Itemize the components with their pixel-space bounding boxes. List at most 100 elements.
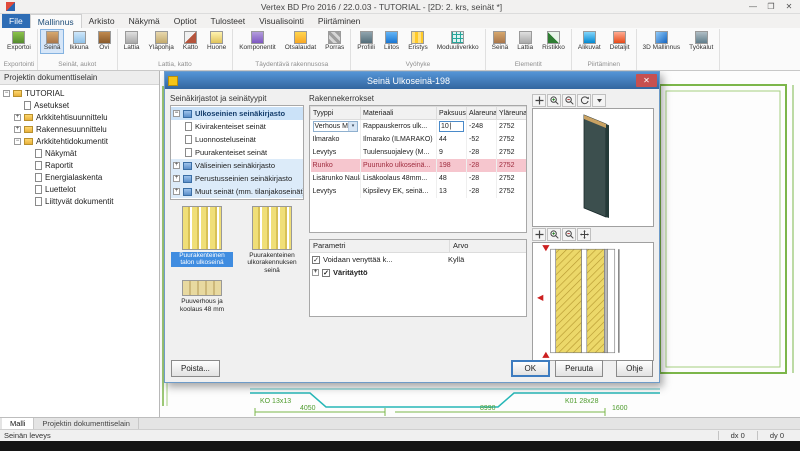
tab-tulosteet[interactable]: Tulosteet — [203, 14, 252, 28]
chevron-down-icon[interactable] — [592, 94, 606, 107]
wall-type-thumbnail[interactable]: Puurakenteinen ulkorakennuksen seinä — [240, 206, 304, 274]
tree-item[interactable]: Raportit — [0, 159, 159, 171]
tab-piirtaminen[interactable]: Piirtäminen — [311, 14, 368, 28]
tree-item-root[interactable]: −TUTORIAL — [0, 87, 159, 99]
table-row[interactable]: IlmarakoIlmarako (ILMARAKO)44-522752 — [311, 133, 527, 146]
insulation-button[interactable]: Eristys — [404, 29, 432, 54]
table-row[interactable]: LevytysKipsilevy EK, seinä...13-282752 — [311, 185, 527, 198]
expand-icon[interactable]: + — [173, 162, 180, 169]
pan-icon[interactable] — [532, 228, 546, 241]
profile-button[interactable]: Profiili — [353, 29, 379, 54]
zoom-in-icon[interactable] — [547, 94, 561, 107]
pan-icon[interactable] — [532, 94, 546, 107]
module-grid-button[interactable]: Moduuliverkko — [433, 29, 483, 54]
library-tree-item[interactable]: +Väliseinien seinäkirjasto — [171, 159, 303, 172]
tree-item[interactable]: Näkymät — [0, 147, 159, 159]
layer-type-dropdown[interactable]: Verhous M...▾ — [313, 121, 359, 132]
library-tree-item[interactable]: Luonnosteluseinät — [171, 133, 303, 146]
library-tree-item[interactable]: Puurakenteiset seinät — [171, 146, 303, 159]
tree-item[interactable]: −Arkkitehtidokumentit — [0, 135, 159, 147]
wall-element-button[interactable]: Seinä — [488, 29, 513, 54]
table-row-selected[interactable]: RunkoPuurunko ulkoseinä...198-282752 — [311, 159, 527, 172]
col-header[interactable]: Alareuna — [467, 107, 497, 120]
tab-malli[interactable]: Malli — [2, 418, 34, 429]
dialog-close-button[interactable]: ✕ — [636, 74, 657, 87]
expand-icon[interactable]: + — [173, 188, 180, 195]
floor-element-button[interactable]: Lattia — [513, 29, 537, 54]
tab-file[interactable]: File — [2, 14, 30, 28]
details-button[interactable]: Detaljit — [606, 29, 634, 54]
expand-icon[interactable]: + — [14, 114, 21, 121]
parameter-row[interactable]: +✓Väritäyttö — [310, 266, 526, 279]
tab-mallinnus[interactable]: Mallinnus — [30, 14, 82, 28]
wall-type-thumbnail-selected[interactable]: Puurakenteinen talon ulkoseinä — [170, 206, 234, 274]
zoom-out-icon[interactable] — [562, 228, 576, 241]
close-button[interactable]: ✕ — [780, 0, 798, 13]
preview-3d-view[interactable] — [532, 108, 654, 227]
tab-nakyma[interactable]: Näkymä — [122, 14, 167, 28]
tree-item[interactable]: Asetukset — [0, 99, 159, 111]
tree-item[interactable]: Energialaskenta — [0, 171, 159, 183]
roof-tool-button[interactable]: Katto — [179, 29, 202, 54]
door-tool-button[interactable]: Ovi — [94, 29, 115, 54]
checkbox-checked-icon[interactable]: ✓ — [322, 269, 330, 277]
tree-item[interactable]: Luettelot — [0, 183, 159, 195]
library-tree-item[interactable]: Kivirakenteiset seinät — [171, 120, 303, 133]
library-tree-item[interactable]: +Muut seinät (mm. tilanjakoseinät) — [171, 185, 303, 198]
expand-icon[interactable]: + — [14, 126, 21, 133]
truss-button[interactable]: Ristikko — [538, 29, 569, 54]
col-header[interactable]: Parametri — [310, 240, 450, 252]
tab-project-browser[interactable]: Projektin dokumenttiselain — [34, 418, 139, 429]
tab-optiot[interactable]: Optiot — [167, 14, 204, 28]
zoom-in-icon[interactable] — [547, 228, 561, 241]
move-icon[interactable] — [577, 228, 591, 241]
library-tree-item-selected[interactable]: −Ulkoseinien seinäkirjasto — [171, 107, 303, 120]
parameter-value[interactable]: Kyllä — [448, 255, 464, 264]
wall-type-thumbnail[interactable]: Puuverhous ja koolaus 48 mm — [170, 280, 234, 313]
col-header[interactable]: Materiaali — [361, 107, 437, 120]
expand-icon[interactable]: + — [312, 269, 319, 276]
preview-section-view[interactable] — [532, 242, 654, 361]
zoom-out-icon[interactable] — [562, 94, 576, 107]
table-row[interactable]: Verhous M...▾ Rappauskerros ulk... 10| -… — [311, 120, 527, 133]
dialog-title-bar[interactable]: Seinä Ulkoseinä-198 ✕ — [165, 72, 659, 89]
window-tool-button[interactable]: Ikkuna — [65, 29, 92, 54]
collapse-icon[interactable]: − — [173, 110, 180, 117]
ok-button[interactable]: OK — [511, 360, 551, 377]
floor-tool-button[interactable]: Lattia — [120, 29, 144, 54]
stairs-button[interactable]: Porras — [321, 29, 348, 54]
fascia-button[interactable]: Otsalaudat — [281, 29, 320, 54]
parameter-row[interactable]: ✓Voidaan venyttää k... Kyllä — [310, 253, 526, 266]
table-row[interactable]: LevytysTuulensuojalevy (M...9-282752 — [311, 146, 527, 159]
chevron-down-icon[interactable]: ▾ — [348, 122, 357, 131]
col-header[interactable]: Yläreuna — [497, 107, 527, 120]
rotate-icon[interactable] — [577, 94, 591, 107]
export-button[interactable]: Exportoi — [3, 29, 35, 54]
library-tree-item[interactable]: +Perustusseinien seinäkirjasto — [171, 172, 303, 185]
wall-tool-button[interactable]: Seinä — [40, 29, 65, 54]
room-tool-button[interactable]: Huone — [203, 29, 230, 54]
collapse-icon[interactable]: − — [14, 138, 21, 145]
drawing-canvas[interactable]: KO 13x13 4050 8990 K01 28x28 1600 Seinä … — [160, 71, 800, 417]
ceiling-tool-button[interactable]: Yläpohja — [145, 29, 178, 54]
tree-item[interactable]: +Rakennesuunnittelu — [0, 123, 159, 135]
minimize-button[interactable]: — — [744, 0, 762, 13]
maximize-button[interactable]: ❐ — [762, 0, 780, 13]
tab-arkisto[interactable]: Arkisto — [82, 14, 122, 28]
col-header[interactable]: Arvo — [450, 240, 526, 252]
components-button[interactable]: Komponentit — [235, 29, 280, 54]
thickness-input[interactable]: 10| — [439, 121, 464, 132]
collapse-icon[interactable]: − — [3, 90, 10, 97]
help-button[interactable]: Ohje — [616, 360, 653, 377]
checkbox-checked-icon[interactable]: ✓ — [312, 256, 320, 264]
tree-item[interactable]: +Arkkitehtisuunnittelu — [0, 111, 159, 123]
col-header[interactable]: Paksuus — [437, 107, 467, 120]
subpictures-button[interactable]: Alikuvat — [574, 29, 605, 54]
tree-item[interactable]: Liittyvät dokumentit — [0, 195, 159, 207]
joint-button[interactable]: Liitos — [380, 29, 403, 54]
delete-button[interactable]: Poista... — [171, 360, 220, 377]
modeling-3d-button[interactable]: 3D Mallinnus — [639, 29, 685, 54]
table-row[interactable]: Lisärunko Naulau...Lisäkoolaus 48mm...48… — [311, 172, 527, 185]
col-header[interactable]: Tyyppi — [311, 107, 361, 120]
cancel-button[interactable]: Peruuta — [555, 360, 603, 377]
